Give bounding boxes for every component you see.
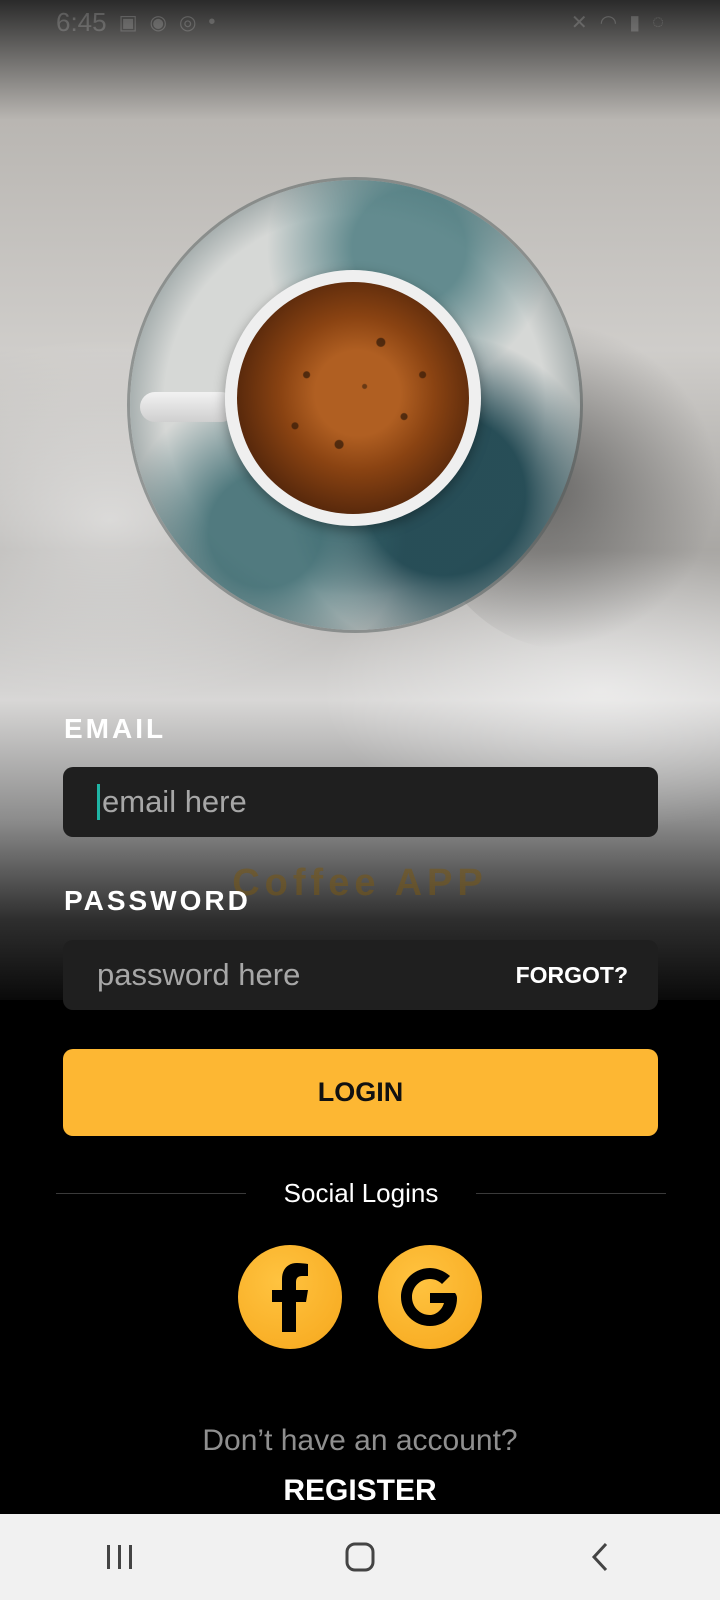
status-bar: 6:45 ▣ ◉ ◎ • ✕ ◠ ▮ ◌ [0, 0, 720, 44]
email-placeholder: email here [102, 784, 247, 819]
hero-image [0, 0, 720, 1000]
app-notification-icon: ◉ [149, 11, 167, 34]
mute-icon: ✕ [570, 11, 588, 34]
facebook-login-button[interactable] [238, 1245, 342, 1349]
divider-right [476, 1193, 666, 1194]
wifi-icon: ◠ [599, 11, 618, 34]
gallery-icon: ▣ [118, 11, 138, 34]
cup-handle-image [140, 392, 236, 422]
battery-icon: ◌ [652, 10, 664, 33]
system-nav-bar [0, 1514, 720, 1600]
forgot-password-link[interactable]: FORGOT? [516, 962, 628, 989]
recent-apps-button[interactable] [80, 1527, 160, 1587]
email-label: EMAIL [64, 713, 167, 744]
facebook-icon [272, 1263, 308, 1332]
status-left: 6:45 ▣ ◉ ◎ • [56, 7, 215, 38]
status-right: ✕ ◠ ▮ ◌ [571, 10, 664, 35]
google-login-button[interactable] [378, 1245, 482, 1349]
google-icon [401, 1268, 457, 1326]
password-field[interactable]: password here FORGOT? [63, 940, 658, 1010]
home-button[interactable] [320, 1527, 400, 1587]
signal-icon: ▮ [629, 11, 641, 34]
spotify-icon: ◎ [178, 11, 197, 34]
social-logins-divider: Social Logins [56, 1178, 666, 1214]
password-placeholder: password here [97, 957, 301, 992]
back-button[interactable] [560, 1527, 640, 1587]
more-notifications-icon: • [208, 10, 216, 33]
back-icon [591, 1542, 608, 1572]
text-caret [97, 784, 100, 820]
password-label: PASSWORD [64, 885, 251, 916]
email-field[interactable]: email here [63, 767, 658, 837]
status-time: 6:45 [56, 6, 107, 37]
home-icon [345, 1542, 375, 1572]
recent-apps-icon [107, 1545, 132, 1569]
register-link[interactable]: REGISTER [0, 1474, 720, 1508]
coffee-surface-image [237, 282, 469, 514]
login-button[interactable]: LOGIN [63, 1049, 658, 1136]
no-account-text: Don’t have an account? [202, 1424, 518, 1457]
